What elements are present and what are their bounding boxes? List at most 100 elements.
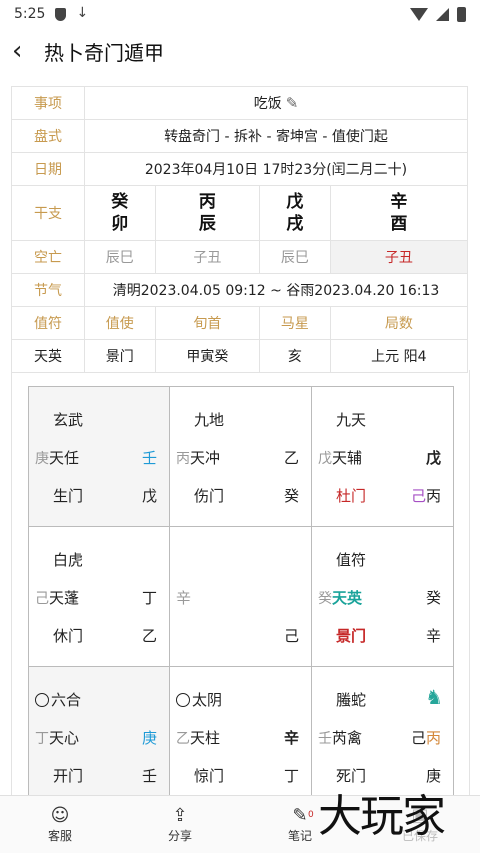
maxing-value: 亥 — [259, 339, 331, 373]
palace-xun[interactable]: 玄武 庚天任 壬 生门 戊 — [29, 387, 170, 527]
item-label: 事项 — [11, 86, 85, 120]
pan-value: 转盘奇门 - 拆补 - 寄坤宫 - 值使门起 — [84, 119, 468, 153]
palace-dui[interactable]: 值符 癸天英 癸 景门 辛 — [312, 527, 453, 667]
date-value: 2023年04月10日 17时23分(闰二月二十) — [84, 152, 468, 186]
zhishi-value: 景门 — [84, 339, 156, 373]
notes-badge: 0 — [308, 810, 314, 820]
palace-god: 螣蛇 — [336, 691, 367, 709]
center-earth-stem: 己 — [283, 627, 299, 645]
palace-star: 壬芮禽 — [318, 729, 363, 747]
palace-heaven-stem: 乙 — [283, 449, 299, 467]
palace-god: 玄武 — [53, 411, 84, 429]
palace-star: 戊天辅 — [318, 449, 363, 467]
palace-star: 己天蓬 — [35, 589, 80, 607]
palace-earth-stem: 庚 — [425, 767, 441, 785]
palace-heaven-stem: 壬 — [141, 449, 157, 467]
battery-icon — [457, 6, 466, 22]
status-bar: 5:25 — [0, 0, 480, 28]
kongwang-label: 空亡 — [11, 240, 85, 274]
notes-label: 笔记 — [287, 829, 312, 843]
palace-earth-stem: 辛 — [425, 627, 441, 645]
ganzhi-hour: 辛酉 — [329, 185, 469, 241]
ganzhi-month: 丙辰 — [154, 185, 261, 241]
palace-gen[interactable]: 六合 丁天心 庚 开门 壬 — [29, 667, 170, 807]
palace-god: 九天 — [336, 411, 367, 429]
palace-earth-stem: 壬 — [141, 767, 157, 785]
share-icon: ⇪ — [172, 805, 188, 826]
share-label: 分享 — [167, 829, 192, 843]
palace-door: 开门 — [53, 767, 84, 785]
item-value-cell[interactable]: 吃饭 ✎ — [84, 86, 468, 120]
palace-god: 值符 — [336, 551, 367, 569]
palace-star: 丙天冲 — [176, 449, 221, 467]
page-title: 热卜奇门遁甲 — [44, 40, 164, 65]
pencil-icon[interactable]: ✎ — [286, 94, 299, 112]
download-icon — [76, 5, 88, 21]
bottom-toolbar: ☺ 客服 ⇪ 分享 ✎ 0 笔记 ▣ 已保存 — [0, 795, 480, 853]
palace-door: 休门 — [53, 627, 84, 645]
palace-god: 太阴 — [176, 689, 222, 710]
palace-heaven-stem: 丁 — [141, 589, 157, 607]
save-icon: ▣ — [411, 805, 429, 826]
palace-li[interactable]: 九地 丙天冲 乙 伤门 癸 — [170, 387, 312, 527]
jieqi-label: 节气 — [11, 273, 85, 307]
saved-label: 已保存 — [401, 829, 438, 843]
board-container: 玄武 庚天任 壬 生门 戊 九地 丙天冲 乙 伤门 癸 九天 戊天辅 戊 杜门 … — [11, 370, 470, 808]
palace-door: 生门 — [53, 487, 84, 505]
palace-earth-stem: 己丙 — [410, 487, 441, 505]
service-label: 客服 — [47, 829, 72, 843]
zhifu-header: 值符 — [11, 306, 85, 340]
date-label: 日期 — [11, 152, 85, 186]
signal-icon — [436, 7, 449, 21]
palace-earth-stem: 癸 — [283, 487, 299, 505]
palace-earth-stem: 丁 — [283, 767, 299, 785]
palace-heaven-stem: 庚 — [141, 729, 157, 747]
pan-label: 盘式 — [11, 119, 85, 153]
center-heaven-stem: 辛 — [176, 589, 192, 607]
palace-zhen[interactable]: 白虎 己天蓬 丁 休门 乙 — [29, 527, 170, 667]
palace-god: 九地 — [194, 411, 225, 429]
palace-kan[interactable]: 太阴 乙天柱 辛 惊门 丁 — [170, 667, 312, 807]
palace-center[interactable]: 辛 己 — [170, 527, 312, 667]
ganzhi-label: 干支 — [11, 185, 85, 241]
back-arrow-icon[interactable]: ‹ — [12, 38, 40, 64]
service-button[interactable]: ☺ 客服 — [0, 796, 120, 853]
maxing-header: 马星 — [259, 306, 331, 340]
item-value: 吃饭 — [253, 96, 282, 112]
chart-info-table: 事项 吃饭 ✎ 盘式 转盘奇门 - 拆补 - 寄坤宫 - 值使门起 日期 2023… — [11, 86, 469, 373]
palace-heaven-stem: 癸 — [425, 589, 441, 607]
xunshou-header: 旬首 — [154, 306, 261, 340]
ganzhi-year: 癸卯 — [84, 185, 156, 241]
ganzhi-day: 戊戌 — [259, 185, 331, 241]
notes-button[interactable]: ✎ 0 笔记 — [240, 796, 360, 853]
palace-star: 癸天英 — [318, 589, 363, 607]
palace-heaven-stem: 己丙 — [410, 729, 441, 747]
saved-button[interactable]: ▣ 已保存 — [360, 796, 480, 853]
note-icon: ✎ — [292, 805, 308, 826]
palace-qian[interactable]: 螣蛇 ♞ 壬芮禽 己丙 死门 庚 — [312, 667, 453, 807]
palace-door: 死门 — [336, 767, 367, 785]
share-button[interactable]: ⇪ 分享 — [120, 796, 240, 853]
palace-star: 庚天任 — [35, 449, 80, 467]
palace-heaven-stem: 辛 — [283, 729, 299, 747]
nine-palace-board: 玄武 庚天任 壬 生门 戊 九地 丙天冲 乙 伤门 癸 九天 戊天辅 戊 杜门 … — [28, 386, 454, 808]
xunshou-value: 甲寅癸 — [154, 339, 261, 373]
circle-icon — [176, 692, 190, 707]
palace-god: 白虎 — [53, 551, 84, 569]
palace-god: 六合 — [35, 689, 81, 710]
zhishi-header: 值使 — [84, 306, 156, 340]
circle-icon — [35, 692, 49, 707]
jushu-value: 上元 阳4 — [329, 339, 469, 373]
jushu-header: 局数 — [329, 306, 469, 340]
status-time: 5:25 — [14, 6, 46, 22]
jieqi-value: 清明2023.04.05 09:12 ~ 谷雨2023.04.20 16:13 — [84, 273, 468, 307]
palace-door: 景门 — [336, 627, 367, 645]
zhifu-value: 天英 — [11, 339, 85, 373]
wifi-icon — [410, 7, 428, 21]
palace-star: 乙天柱 — [176, 729, 221, 747]
palace-kun[interactable]: 九天 戊天辅 戊 杜门 己丙 — [312, 387, 453, 527]
palace-door: 伤门 — [194, 487, 225, 505]
palace-earth-stem: 乙 — [141, 627, 157, 645]
kongwang-year: 辰巳 — [84, 240, 156, 274]
chat-bubble-icon: ☺ — [50, 805, 70, 826]
